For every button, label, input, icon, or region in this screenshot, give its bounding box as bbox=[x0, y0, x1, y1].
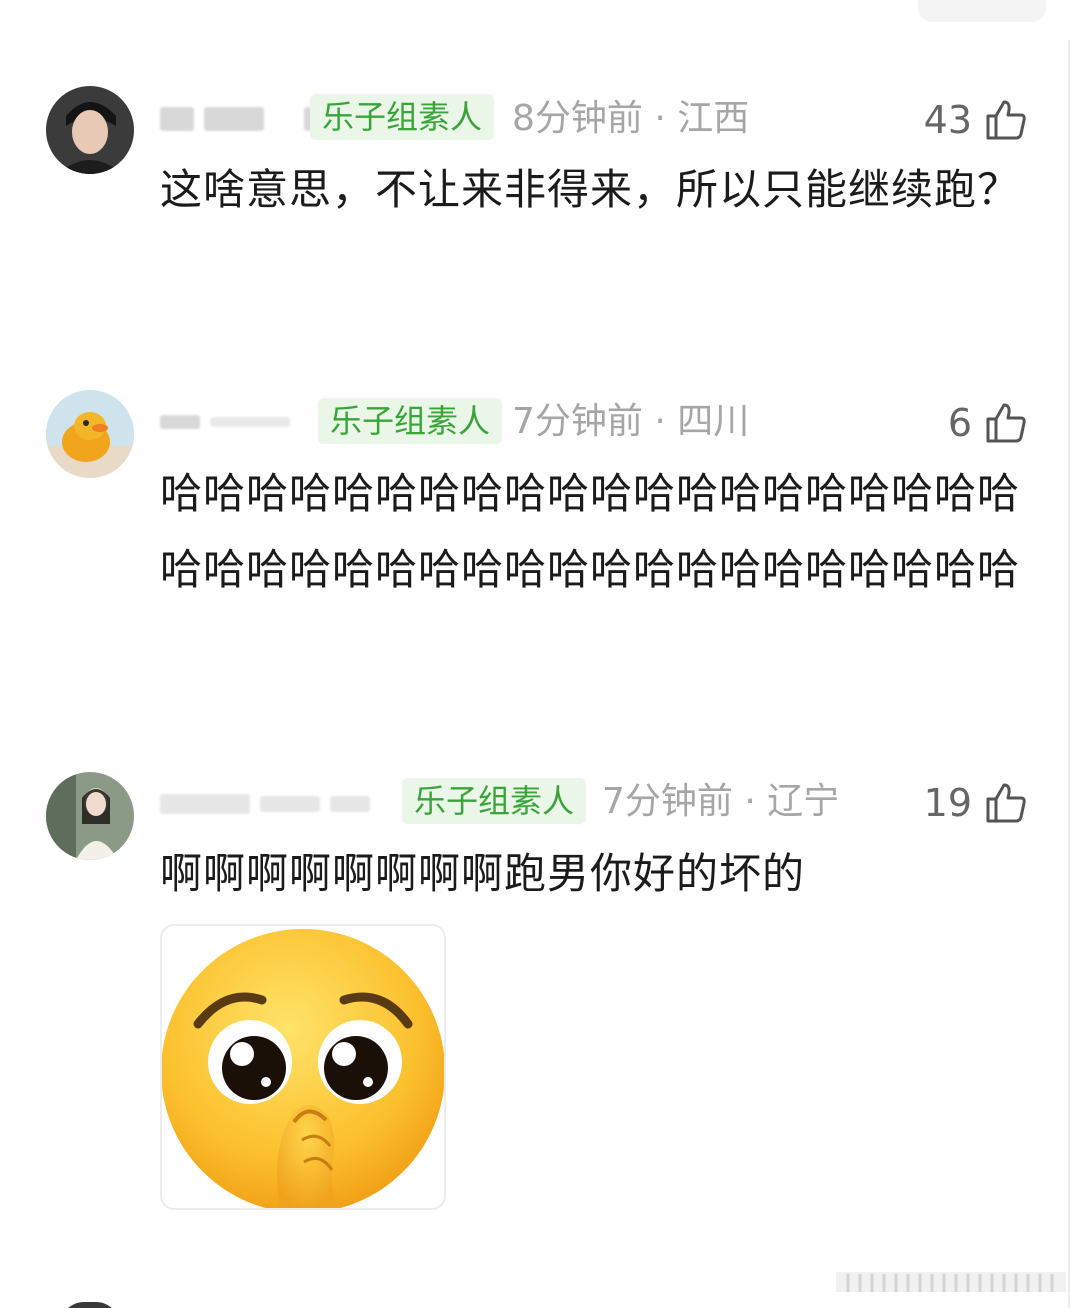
user-badge: 乐子组素人 bbox=[402, 778, 587, 824]
comment-text: 这啥意思，不让来非得来，所以只能继续跑？ bbox=[160, 165, 1021, 214]
comment-meta: 8分钟前 · 江西 bbox=[512, 98, 750, 139]
avatar[interactable] bbox=[46, 772, 134, 860]
comment-text: 啊啊啊啊啊啊啊啊跑男你好的坏的 bbox=[160, 849, 806, 898]
sticker-attachment[interactable] bbox=[160, 924, 446, 1210]
comment-meta: 7分钟前 · 四川 bbox=[512, 401, 750, 442]
like-button[interactable]: 6 bbox=[948, 399, 1030, 447]
redaction-block bbox=[160, 107, 194, 131]
comment-text: 哈哈哈哈哈哈哈哈哈哈哈哈哈哈哈哈哈哈哈哈哈哈哈哈哈哈哈哈哈哈哈哈哈哈哈哈哈哈哈哈 bbox=[160, 469, 1021, 594]
like-icon bbox=[986, 403, 1026, 443]
image-strip-indicator bbox=[836, 1272, 1066, 1292]
like-count: 19 bbox=[923, 781, 972, 825]
next-comment-avatar bbox=[60, 1302, 120, 1308]
avatar[interactable] bbox=[46, 86, 134, 174]
username-redacted[interactable] bbox=[160, 400, 290, 444]
redaction-block bbox=[160, 415, 200, 429]
like-button[interactable]: 43 bbox=[924, 96, 1030, 144]
redaction-block bbox=[330, 796, 370, 812]
pleading-emoji-sticker bbox=[162, 929, 444, 1208]
top-bar-fragment bbox=[918, 0, 1046, 22]
like-count: 6 bbox=[947, 401, 972, 445]
redaction-block bbox=[210, 417, 290, 427]
comment-meta: 7分钟前 · 辽宁 bbox=[602, 781, 840, 822]
like-count: 43 bbox=[923, 98, 972, 142]
username-redacted[interactable] bbox=[160, 782, 370, 826]
user-badge: 乐子组素人 bbox=[318, 398, 503, 444]
user-badge: 乐子组素人 bbox=[310, 94, 495, 140]
like-button[interactable]: 19 bbox=[924, 779, 1030, 827]
redaction-block bbox=[204, 107, 264, 131]
avatar[interactable] bbox=[46, 390, 134, 478]
redaction-block bbox=[260, 796, 320, 812]
like-icon bbox=[986, 783, 1026, 823]
like-icon bbox=[986, 100, 1026, 140]
scroll-track bbox=[1068, 40, 1070, 1308]
redaction-block bbox=[160, 794, 250, 814]
